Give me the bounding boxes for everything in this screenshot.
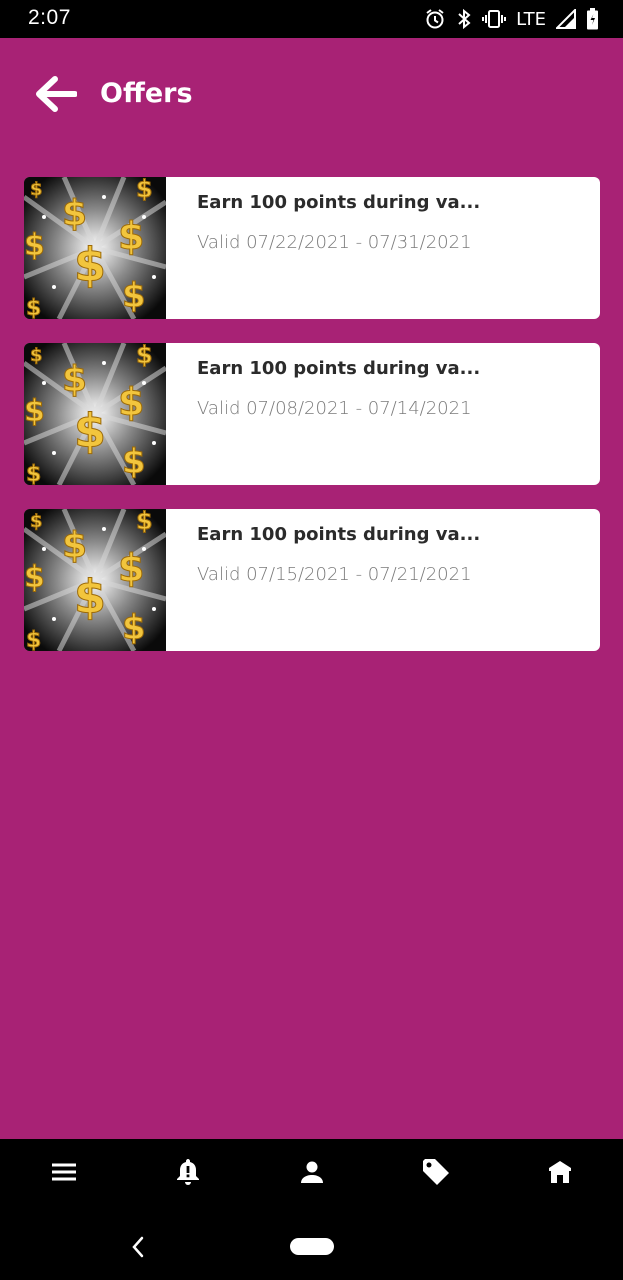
nav-offers[interactable] <box>396 1139 476 1205</box>
offer-body: Earn 100 points during va... Valid 07/22… <box>166 177 480 319</box>
bottom-nav <box>0 1139 623 1205</box>
status-bar: 2:07 LTE <box>0 0 623 38</box>
offer-valid-dates: Valid 07/15/2021 - 07/21/2021 <box>197 564 472 585</box>
svg-text:$: $ <box>118 546 144 590</box>
offers-tag-icon <box>423 1159 449 1185</box>
dollar-signs-image: $ $ $ $ $ $ $ $ <box>24 177 166 319</box>
svg-text:$: $ <box>26 462 41 485</box>
offer-valid-dates: Valid 07/22/2021 - 07/31/2021 <box>197 232 472 253</box>
status-icons: LTE <box>424 6 599 32</box>
status-time: 2:07 <box>28 6 71 29</box>
offer-body: Earn 100 points during va... Valid 07/15… <box>166 509 480 651</box>
system-home-pill[interactable] <box>290 1238 334 1255</box>
offer-list: $ $ $ $ $ $ $ $ Earn 100 points during v… <box>24 177 600 675</box>
offer-card[interactable]: $ $ $ $ $ $ $ $ Earn 100 points during v… <box>24 177 600 319</box>
nav-store[interactable] <box>520 1139 600 1205</box>
svg-text:$: $ <box>136 343 153 369</box>
chevron-left-icon <box>132 1236 144 1258</box>
notification-icon <box>177 1159 199 1185</box>
svg-text:$: $ <box>26 296 41 319</box>
system-back-button[interactable] <box>124 1227 154 1267</box>
battery-icon <box>586 8 599 30</box>
store-icon <box>549 1161 571 1183</box>
offer-image: $ $ $ $ $ $ $ $ <box>24 343 166 485</box>
svg-text:$: $ <box>74 404 106 458</box>
svg-text:$: $ <box>30 179 43 200</box>
arrow-left-icon <box>36 76 78 112</box>
vibrate-icon <box>482 8 507 30</box>
offer-title: Earn 100 points during va... <box>197 358 481 379</box>
offer-card[interactable]: $ $ $ $ $ $ $ $ Earn 100 points during v… <box>24 343 600 485</box>
profile-icon <box>301 1161 323 1183</box>
svg-text:$: $ <box>24 228 45 263</box>
offer-title: Earn 100 points during va... <box>197 192 481 213</box>
offer-image: $ $ $ $ $ $ $ $ <box>24 177 166 319</box>
svg-text:$: $ <box>74 238 106 292</box>
nav-profile[interactable] <box>272 1139 352 1205</box>
svg-text:$: $ <box>24 394 45 429</box>
menu-icon <box>52 1163 76 1181</box>
offer-title: Earn 100 points during va... <box>197 524 481 545</box>
svg-text:$: $ <box>26 628 41 651</box>
offer-image: $ $ $ $ $ $ $ $ <box>24 509 166 651</box>
svg-text:$: $ <box>118 214 144 258</box>
page-title: Offers <box>100 78 193 109</box>
app-bar: Offers <box>0 38 623 153</box>
svg-text:$: $ <box>62 193 87 234</box>
network-type: LTE <box>516 8 546 30</box>
svg-text:$: $ <box>118 380 144 424</box>
nav-notifications[interactable] <box>148 1139 228 1205</box>
svg-text:$: $ <box>122 442 146 482</box>
svg-text:$: $ <box>24 560 45 595</box>
dollar-signs-image: $ $ $ $ $ $ $ $ <box>24 343 166 485</box>
dollar-signs-image: $ $ $ $ $ $ $ $ <box>24 509 166 651</box>
svg-text:$: $ <box>30 511 43 532</box>
svg-text:$: $ <box>122 276 146 316</box>
offer-valid-dates: Valid 07/08/2021 - 07/14/2021 <box>197 398 472 419</box>
svg-text:$: $ <box>30 345 43 366</box>
offer-card[interactable]: $ $ $ $ $ $ $ $ Earn 100 points during v… <box>24 509 600 651</box>
offer-body: Earn 100 points during va... Valid 07/08… <box>166 343 480 485</box>
svg-text:$: $ <box>122 608 146 648</box>
svg-text:$: $ <box>62 525 87 566</box>
bluetooth-icon <box>456 8 472 30</box>
signal-icon <box>556 9 576 29</box>
system-nav-bar <box>0 1205 623 1280</box>
svg-text:$: $ <box>136 509 153 535</box>
alarm-icon <box>424 8 446 30</box>
svg-text:$: $ <box>74 570 106 624</box>
back-button[interactable] <box>33 74 81 114</box>
svg-text:$: $ <box>62 359 87 400</box>
svg-text:$: $ <box>136 177 153 203</box>
nav-menu[interactable] <box>24 1139 104 1205</box>
